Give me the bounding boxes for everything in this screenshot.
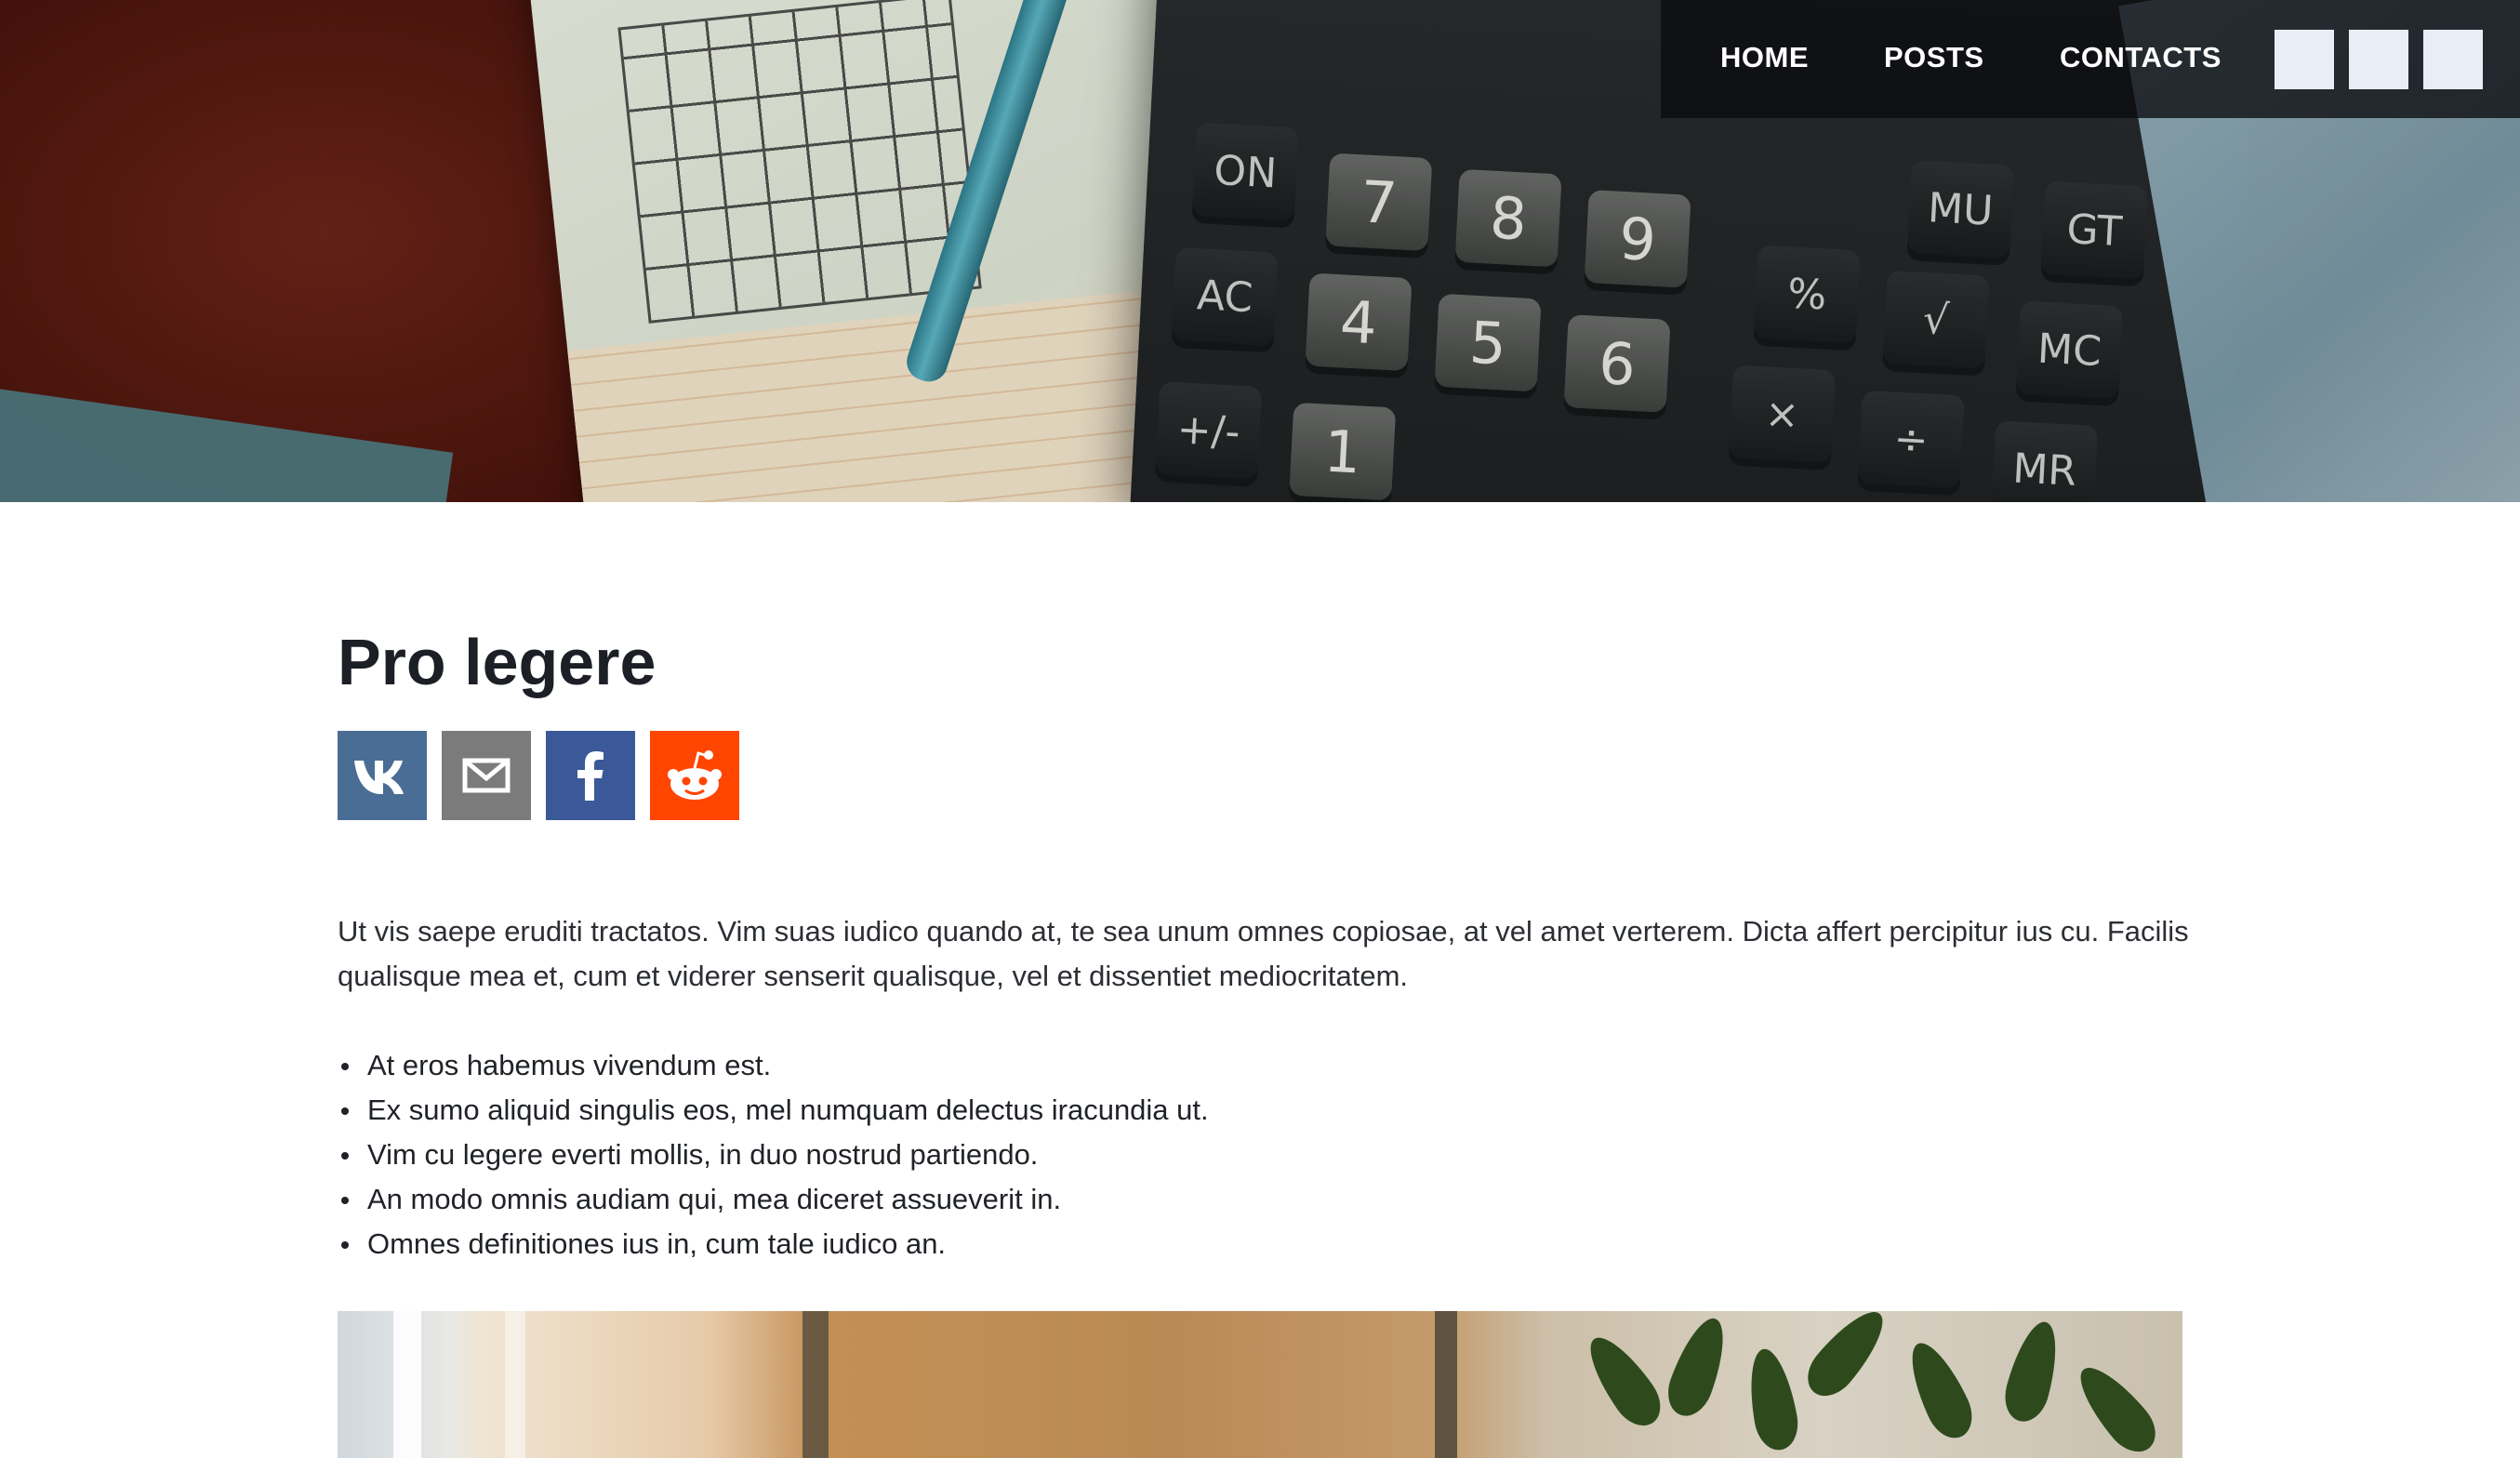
photo-window-frame <box>393 1311 421 1458</box>
list-item: Omnes definitiones ius in, cum tale iudi… <box>338 1222 2197 1266</box>
list-item: At eros habemus vivendum est. <box>338 1043 2197 1088</box>
photo-leaf <box>1898 1334 1982 1446</box>
facebook-icon <box>577 751 603 801</box>
photo-leaf <box>1742 1345 1803 1454</box>
share-mail-button[interactable] <box>442 731 531 820</box>
photo-leaf <box>1998 1316 2067 1427</box>
reddit-icon <box>668 750 722 800</box>
nav-link-home[interactable]: HOME <box>1720 37 1809 78</box>
nav-link-contacts[interactable]: CONTACTS <box>2060 37 2222 78</box>
nav-square-2[interactable] <box>2349 30 2408 89</box>
photo-window-frame <box>505 1311 525 1458</box>
list-item: Ex sumo aliquid singulis eos, mel numqua… <box>338 1088 2197 1133</box>
share-vk-button[interactable] <box>338 731 427 820</box>
nav-link-posts[interactable]: POSTS <box>1884 37 1984 78</box>
share-reddit-button[interactable] <box>650 731 739 820</box>
page-title: Pro legere <box>338 626 657 698</box>
list-item: Vim cu legere everti mollis, in duo nost… <box>338 1133 2197 1177</box>
share-facebook-button[interactable] <box>546 731 635 820</box>
photo-leaf <box>1797 1311 1896 1406</box>
photo-picture-frame <box>802 1311 829 1458</box>
vk-icon <box>354 761 404 794</box>
photo-leaf <box>2067 1356 2166 1458</box>
photo-picture-frame <box>1435 1311 1457 1458</box>
post-bullet-list: At eros habemus vivendum est. Ex sumo al… <box>338 1043 2197 1266</box>
post-paragraph: Ut vis saepe eruditi tractatos. Vim suas… <box>338 915 2189 992</box>
photo-leaf <box>1660 1311 1736 1423</box>
nav-square-1[interactable] <box>2275 30 2334 89</box>
photo-leaf <box>1576 1326 1671 1436</box>
top-navbar: HOME POSTS CONTACTS <box>1661 0 2520 118</box>
list-item: An modo omnis audiam qui, mea diceret as… <box>338 1177 2197 1222</box>
post-image <box>338 1311 2182 1458</box>
nav-square-3[interactable] <box>2423 30 2483 89</box>
mail-icon <box>462 758 511 793</box>
